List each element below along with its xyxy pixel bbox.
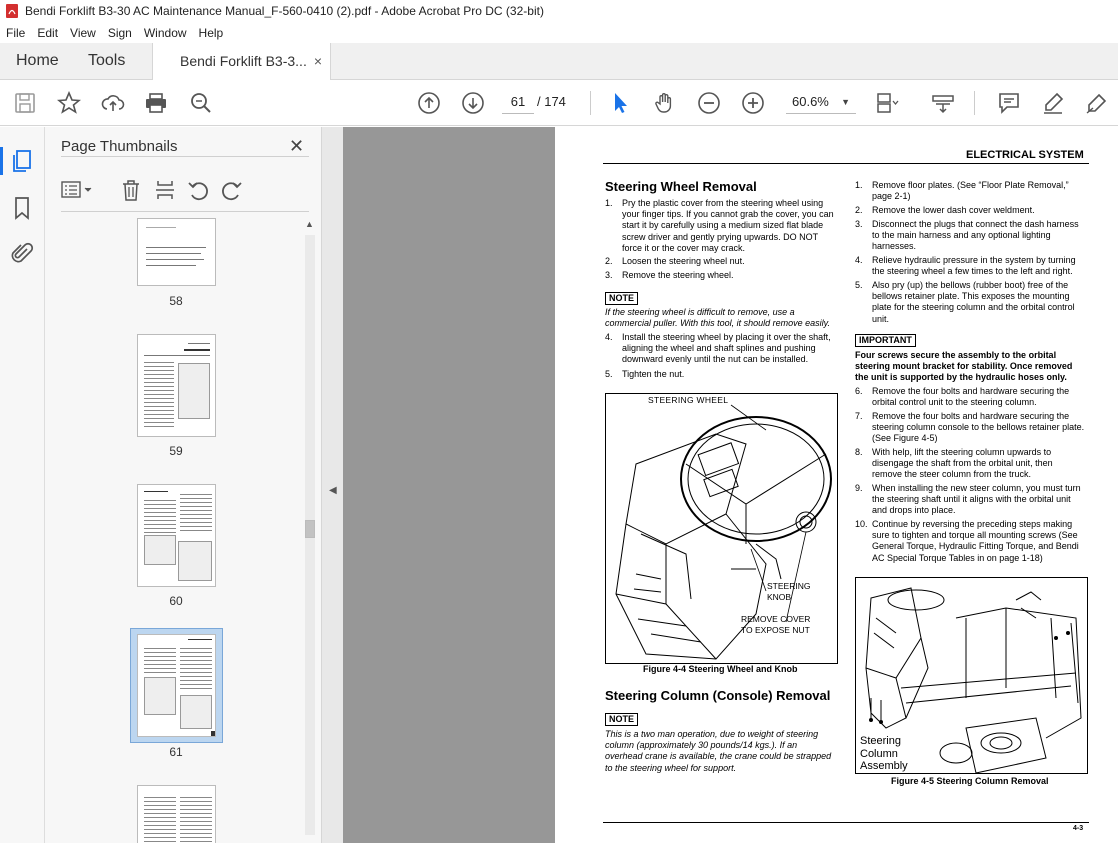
figure-label: Steering Column Assembly — [860, 735, 908, 773]
menu-file[interactable]: File — [0, 26, 31, 40]
bookmark-star-icon[interactable] — [56, 90, 82, 116]
hand-tool-icon[interactable] — [652, 90, 678, 116]
find-zoom-icon[interactable] — [188, 90, 214, 116]
figure-caption: Figure 4-5 Steering Column Removal — [891, 776, 1049, 786]
delete-pages-icon[interactable] — [121, 179, 141, 201]
note-text: If the steering wheel is difficult to re… — [605, 307, 830, 329]
heading-steering-wheel-removal: Steering Wheel Removal — [605, 179, 757, 194]
heading-steering-column-removal: Steering Column (Console) Removal — [605, 688, 831, 703]
close-panel-icon[interactable]: ✕ — [289, 136, 304, 157]
panel-splitter[interactable]: ◀ — [321, 127, 343, 843]
save-icon[interactable] — [12, 90, 38, 116]
print-icon[interactable] — [143, 90, 169, 116]
tab-document[interactable]: Bendi Forklift B3-3... × — [152, 43, 331, 80]
tab-tools[interactable]: Tools — [88, 43, 125, 79]
attachments-icon[interactable] — [10, 241, 34, 265]
zoom-level-select[interactable]: 60.6% ▼ — [786, 90, 856, 114]
note-tag: NOTE — [605, 713, 639, 726]
page-thumbnail-62[interactable] — [137, 785, 216, 843]
scroll-up-icon[interactable]: ▲ — [305, 219, 314, 229]
thumbnail-label: 60 — [169, 594, 183, 608]
title-bar: Bendi Forklift B3-30 AC Maintenance Manu… — [0, 0, 1118, 22]
figure-label: REMOVE COVER — [741, 614, 811, 624]
tab-document-label: Bendi Forklift B3-3... — [180, 53, 307, 69]
chevron-down-icon: ▼ — [841, 97, 850, 107]
page-thumbnail-59[interactable] — [137, 334, 216, 437]
scrollbar-thumb[interactable] — [305, 520, 315, 538]
panel-title: Page Thumbnails — [61, 138, 178, 155]
note-tag: NOTE — [605, 292, 639, 305]
rotate-counterclockwise-icon[interactable] — [187, 179, 209, 201]
menu-help[interactable]: Help — [193, 26, 230, 40]
extract-pages-icon[interactable] — [155, 179, 175, 201]
figure-label: KNOB — [767, 592, 792, 602]
previous-page-icon[interactable] — [416, 90, 442, 116]
sign-pen-icon[interactable] — [1084, 90, 1110, 116]
header-rule — [603, 163, 1089, 164]
figure-label: STEERING WHEEL — [648, 395, 729, 405]
note-text: This is a two man operation, due to weig… — [605, 729, 832, 773]
bookmarks-icon[interactable] — [10, 196, 34, 220]
figure-caption: Figure 4-4 Steering Wheel and Knob — [643, 664, 798, 674]
rotate-clockwise-icon[interactable] — [221, 179, 243, 201]
next-page-icon[interactable] — [460, 90, 486, 116]
page-number-input[interactable]: 61 — [502, 90, 534, 114]
figure-label: TO EXPOSE NUT — [741, 625, 810, 635]
section-header: ELECTRICAL SYSTEM — [966, 149, 1084, 161]
panel-divider — [61, 156, 309, 157]
figure-steering-column-removal: Steering Column Assembly — [855, 577, 1088, 774]
figure-steering-wheel-knob: STEERING WHEEL STEERING KNOB REMOVE COVE… — [605, 393, 838, 664]
important-tag: IMPORTANT — [855, 334, 916, 347]
thumbnail-label: 59 — [169, 444, 183, 458]
active-indicator — [0, 147, 3, 175]
scrolling-mode-icon[interactable] — [930, 90, 956, 116]
collapse-panel-icon[interactable]: ◀ — [329, 485, 337, 496]
navigation-rail — [0, 127, 45, 843]
highlight-pen-icon[interactable] — [1040, 90, 1066, 116]
panel-divider — [61, 211, 309, 212]
tab-bar: Home Tools Bendi Forklift B3-3... × — [0, 43, 1118, 80]
menu-edit[interactable]: Edit — [31, 26, 64, 40]
page-thumbnail-58[interactable] — [137, 218, 216, 286]
zoom-in-icon[interactable] — [740, 90, 766, 116]
footer-rule — [603, 822, 1089, 823]
acrobat-pdf-icon — [6, 4, 18, 18]
menu-sign[interactable]: Sign — [102, 26, 138, 40]
figure-label: STEERING — [767, 581, 811, 591]
close-tab-icon[interactable]: × — [314, 43, 322, 79]
page-number: 4-3 — [1073, 825, 1084, 832]
thumbnail-options-icon[interactable] — [61, 181, 95, 199]
page-thumbnail-61[interactable] — [137, 634, 216, 737]
menu-view[interactable]: View — [64, 26, 102, 40]
menu-bar: File Edit View Sign Window Help — [0, 22, 1118, 43]
zoom-out-icon[interactable] — [696, 90, 722, 116]
select-cursor-icon[interactable] — [608, 90, 634, 116]
thumbnail-label: 61 — [169, 745, 183, 759]
page-thumbnail-60[interactable] — [137, 484, 216, 587]
thumbnail-label: 58 — [169, 294, 183, 308]
window-title: Bendi Forklift B3-30 AC Maintenance Manu… — [25, 4, 544, 18]
important-text: Four screws secure the assembly to the o… — [855, 350, 1073, 383]
page-total: / 174 — [537, 94, 566, 109]
upload-cloud-icon[interactable] — [100, 90, 126, 116]
page-thumbnail-61-selected[interactable] — [130, 628, 223, 743]
toolbar-separator — [590, 91, 591, 115]
page-display-icon[interactable] — [874, 90, 900, 116]
tab-home[interactable]: Home — [16, 43, 59, 79]
toolbar-separator — [974, 91, 975, 115]
panel-toolbar — [45, 175, 321, 205]
thumbnails-scrollbar[interactable]: ▲ — [302, 215, 318, 843]
page-thumbnails-icon[interactable] — [10, 149, 34, 173]
menu-window[interactable]: Window — [138, 26, 193, 40]
zoom-level-value: 60.6% — [792, 94, 829, 109]
comment-icon[interactable] — [996, 90, 1022, 116]
